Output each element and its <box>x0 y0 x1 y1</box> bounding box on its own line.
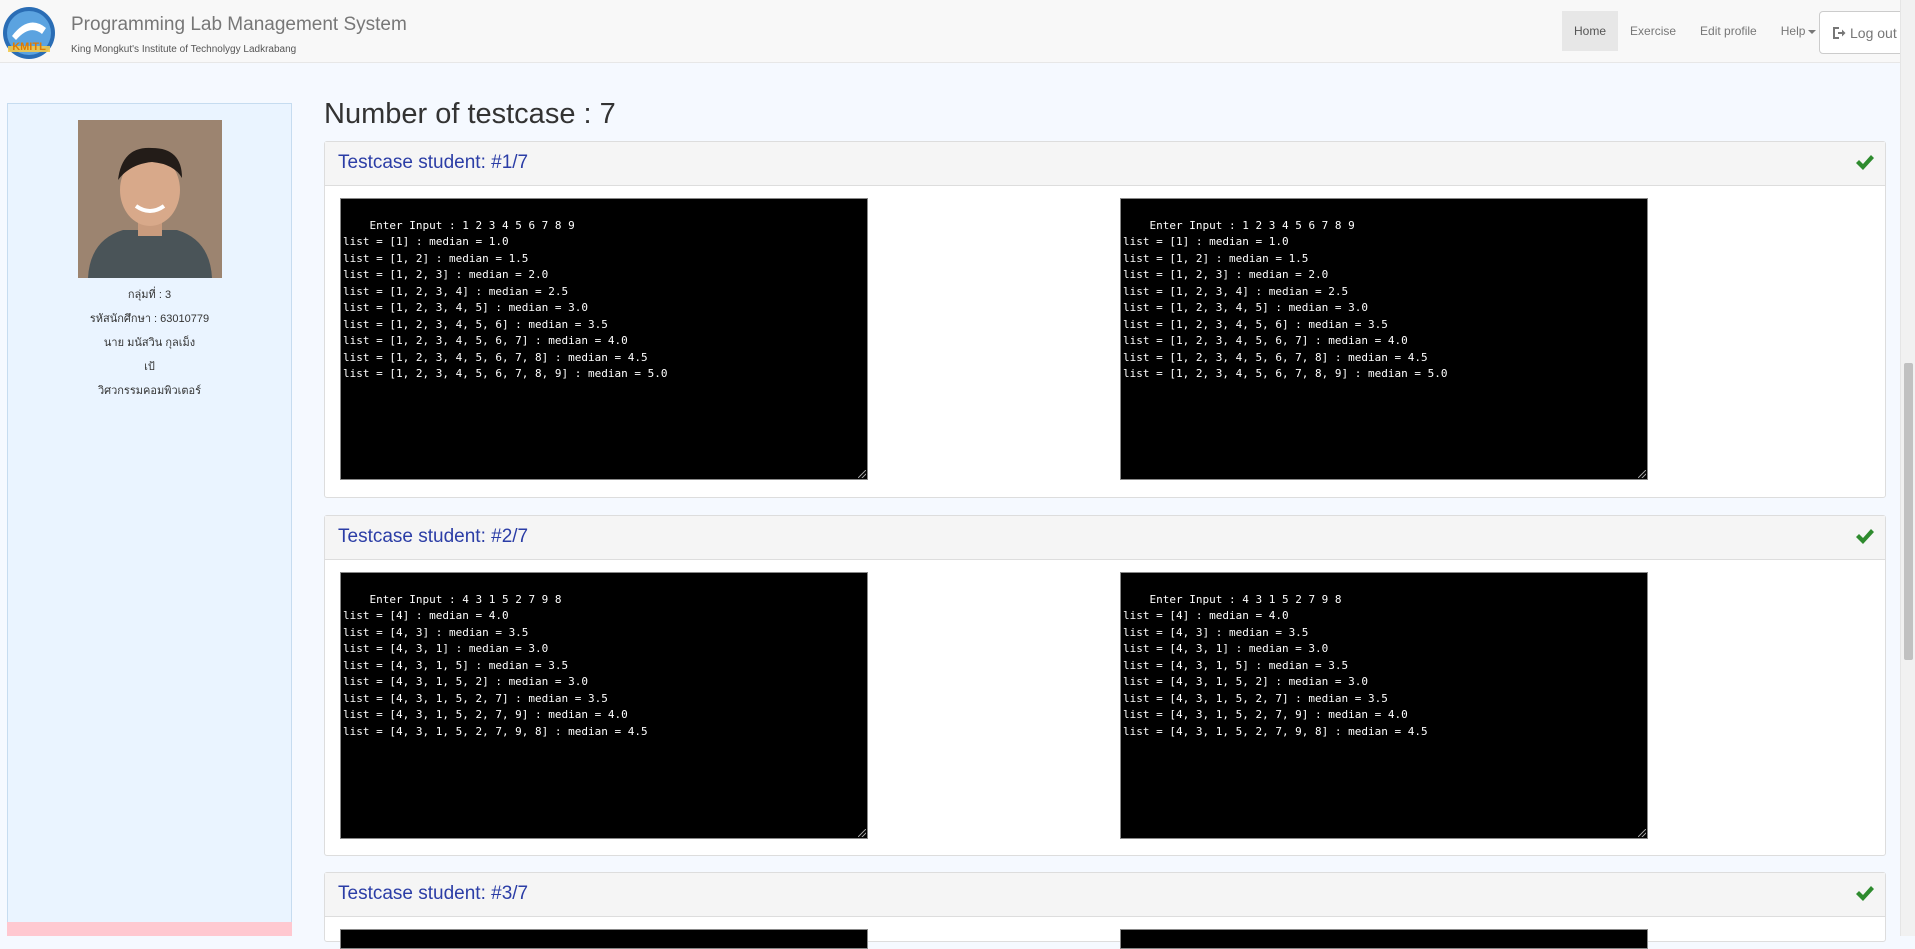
profile-name: นาย มนัสวิน กุลเม็ง <box>103 337 196 349</box>
check-icon <box>1856 886 1874 901</box>
profile-department: วิศวกรรมคอมพิวเตอร์ <box>97 385 202 397</box>
app-subtitle: King Mongkut's Institute of Technolygy L… <box>71 44 297 55</box>
logout-icon <box>1833 26 1846 39</box>
student-output-text: Enter Input : 1 2 3 4 5 6 7 8 9 list = [… <box>343 218 668 381</box>
page-scrollbar[interactable] <box>1900 0 1915 936</box>
sidebar-footer-block <box>7 922 292 936</box>
testcase-header: Testcase student: #3/7 <box>325 873 1885 917</box>
logo-text: KMITL <box>12 41 46 53</box>
top-navbar: KMITL Programming Lab Management System … <box>0 0 1905 63</box>
nav-exercise[interactable]: Exercise <box>1618 11 1688 51</box>
resize-handle-icon[interactable] <box>858 470 866 478</box>
testcase-title: Testcase student: #1/7 <box>338 152 529 173</box>
resize-handle-icon[interactable] <box>1638 470 1646 478</box>
check-icon <box>1856 529 1874 544</box>
logout-label: Log out <box>1850 24 1897 41</box>
caret-down-icon <box>1808 29 1817 34</box>
student-output-text: Enter Input : 4 3 1 5 2 7 9 8 list = [4]… <box>343 592 648 738</box>
testcase-title: Testcase student: #3/7 <box>338 883 529 904</box>
nav-home[interactable]: Home <box>1562 11 1619 51</box>
expected-output-textarea[interactable] <box>1120 929 1648 949</box>
page-title: Number of testcase : 7 <box>324 98 616 130</box>
nav-edit-profile[interactable]: Edit profile <box>1688 11 1769 51</box>
student-output-textarea[interactable] <box>340 929 868 949</box>
student-output-textarea[interactable]: Enter Input : 4 3 1 5 2 7 9 8 list = [4]… <box>340 572 868 839</box>
expected-output-text: Enter Input : 1 2 3 4 5 6 7 8 9 list = [… <box>1123 218 1448 381</box>
testcase-panel: Testcase student: #3/7 <box>324 872 1886 949</box>
testcase-panel: Testcase student: #2/7 Enter Input : 4 3… <box>324 515 1886 856</box>
nav-help-label: Help <box>1780 24 1806 38</box>
avatar-photo <box>78 120 222 278</box>
profile-group: กลุ่มที่ : 3 <box>127 289 172 301</box>
avatar <box>78 120 222 278</box>
resize-handle-icon[interactable] <box>858 829 866 837</box>
logout-button[interactable]: Log out <box>1819 11 1905 54</box>
student-output-textarea[interactable]: Enter Input : 1 2 3 4 5 6 7 8 9 list = [… <box>340 198 868 480</box>
profile-nickname: เป้ <box>144 361 155 373</box>
resize-handle-icon[interactable] <box>1638 829 1646 837</box>
kmitl-logo[interactable]: KMITL <box>2 6 56 60</box>
nav-menu: Home Exercise Edit profile Help <box>1562 0 1828 63</box>
app-title: Programming Lab Management System <box>71 14 407 35</box>
scrollbar-thumb[interactable] <box>1904 363 1913 660</box>
check-icon <box>1856 155 1874 170</box>
testcase-header: Testcase student: #2/7 <box>325 516 1885 560</box>
testcase-header: Testcase student: #1/7 <box>325 142 1885 186</box>
testcase-title: Testcase student: #2/7 <box>338 526 529 547</box>
expected-output-textarea[interactable]: Enter Input : 4 3 1 5 2 7 9 8 list = [4]… <box>1120 572 1648 839</box>
profile-sidebar: กลุ่มที่ : 3 รหัสนักศึกษา : 63010779 นาย… <box>7 103 292 936</box>
expected-output-textarea[interactable]: Enter Input : 1 2 3 4 5 6 7 8 9 list = [… <box>1120 198 1648 480</box>
profile-student-id: รหัสนักศึกษา : 63010779 <box>89 313 210 325</box>
expected-output-text: Enter Input : 4 3 1 5 2 7 9 8 list = [4]… <box>1123 592 1428 738</box>
testcase-panel: Testcase student: #1/7 Enter Input : 1 2… <box>324 141 1886 498</box>
